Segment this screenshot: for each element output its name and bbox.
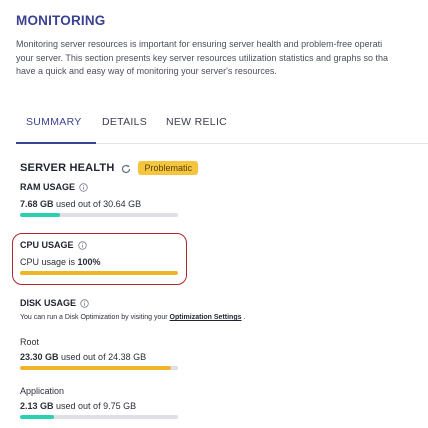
application-mid-text: used out of [53, 401, 104, 411]
application-total-value: 9.75 GB [103, 401, 137, 411]
info-icon[interactable] [80, 298, 89, 308]
application-usage-bar-fill [20, 415, 55, 419]
disk-usage-label: DISK USAGE [20, 298, 77, 308]
partition-name-root: Root [20, 337, 40, 347]
ram-total-value: 30.64 GB [103, 199, 142, 209]
server-health-title: SERVER HEALTH [20, 162, 115, 174]
ram-used-value: 7.68 GB [20, 199, 54, 209]
description-line: have a quick and easy way of monitoring … [16, 66, 277, 76]
ram-usage-label: RAM USAGE [20, 182, 76, 192]
root-usage-text: 23.30 GB used out of 24.38 GB [20, 352, 146, 362]
root-mid-text: used out of [58, 352, 109, 362]
description-line: your server. This section presents key s… [16, 52, 389, 63]
partition-name-application: Application [20, 386, 65, 396]
cpu-usage-bar [20, 271, 178, 275]
cpu-value: 100% [77, 257, 101, 267]
cpu-prefix: CPU usage is [20, 257, 78, 267]
tab-summary[interactable]: SUMMARY [26, 116, 82, 128]
status-badge: Problematic [138, 161, 199, 175]
ram-usage-heading: RAM USAGE [20, 182, 88, 192]
application-usage-text: 2.13 GB used out of 9.75 GB [20, 401, 136, 411]
server-health-header: SERVER HEALTH Problematic [20, 161, 199, 175]
ram-usage-bar-fill [20, 213, 60, 217]
description-line: Monitoring server resources is important… [16, 39, 383, 49]
disk-note-suffix: . [241, 314, 246, 321]
refresh-icon[interactable] [120, 162, 132, 174]
root-usage-bar-fill [20, 366, 172, 370]
application-usage-bar [20, 415, 178, 419]
cpu-usage-label: CPU USAGE [20, 240, 74, 250]
disk-optimization-note: You can run a Disk Optimization by visit… [20, 314, 245, 321]
tab-bar: SUMMARY DETAILS NEW RELIC [16, 104, 428, 144]
root-total-value: 24.38 GB [108, 352, 147, 362]
disk-note-prefix: You can run a Disk Optimization by visit… [20, 314, 170, 321]
root-usage-bar [20, 366, 178, 370]
root-used-value: 23.30 GB [20, 352, 59, 362]
cpu-usage-heading: CPU USAGE [20, 240, 87, 250]
application-used-value: 2.13 GB [20, 401, 54, 411]
info-icon[interactable] [79, 182, 88, 192]
optimization-settings-link[interactable]: Optimization Settings [170, 314, 242, 321]
tab-details[interactable]: DETAILS [102, 116, 147, 128]
active-tab-indicator [16, 142, 96, 144]
disk-usage-heading: DISK USAGE [20, 298, 89, 308]
ram-mid-text: used out of [53, 199, 104, 209]
cpu-usage-bar-fill [20, 271, 178, 275]
info-icon[interactable] [77, 240, 87, 250]
tab-new-relic[interactable]: NEW RELIC [166, 116, 227, 128]
ram-usage-bar [20, 213, 178, 217]
page-description: Monitoring server resources is important… [16, 38, 428, 79]
cpu-usage-text: CPU usage is 100% [20, 257, 101, 267]
page-title: MONITORING [16, 13, 106, 28]
ram-usage-text: 7.68 GB used out of 30.64 GB [20, 199, 141, 209]
